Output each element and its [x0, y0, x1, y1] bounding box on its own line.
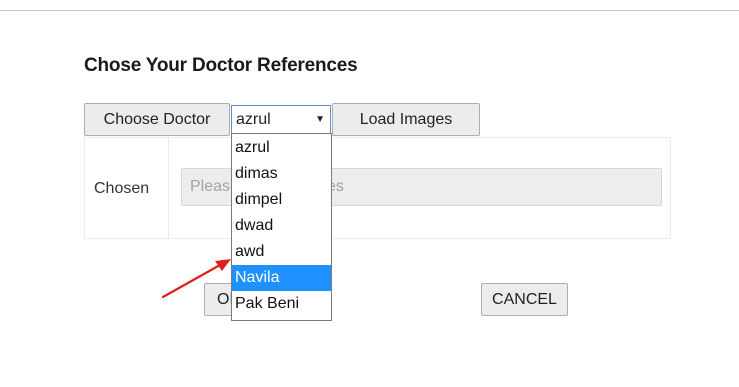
doctor-select[interactable]: azrul ▼ [231, 105, 331, 134]
dropdown-option[interactable]: dimas [232, 161, 331, 187]
dropdown-option[interactable]: azrul [232, 135, 331, 161]
dropdown-option-highlighted[interactable]: Navila [232, 265, 331, 291]
annotation-arrow-head [215, 259, 231, 271]
choose-doctor-button[interactable]: Choose Doctor [84, 103, 230, 136]
page-title: Chose Your Doctor References [84, 55, 358, 76]
chosen-panel: Chosen [84, 137, 671, 239]
top-divider [0, 10, 739, 11]
dropdown-option[interactable]: awd [232, 239, 331, 265]
dropdown-option[interactable]: Pak Beni [232, 291, 331, 317]
chosen-label-cell: Chosen [85, 138, 169, 238]
chosen-label: Chosen [94, 180, 150, 197]
cancel-button[interactable]: CANCEL [481, 283, 568, 316]
caret-down-icon: ▼ [315, 114, 325, 125]
dropdown-option[interactable]: dwad [232, 213, 331, 239]
doctor-dropdown-list[interactable]: azrul dimas dimpel dwad awd Navila Pak B… [231, 133, 332, 321]
dropdown-option[interactable]: dimpel [232, 187, 331, 213]
load-images-button[interactable]: Load Images [332, 103, 480, 136]
doctor-select-value: azrul [236, 111, 271, 128]
